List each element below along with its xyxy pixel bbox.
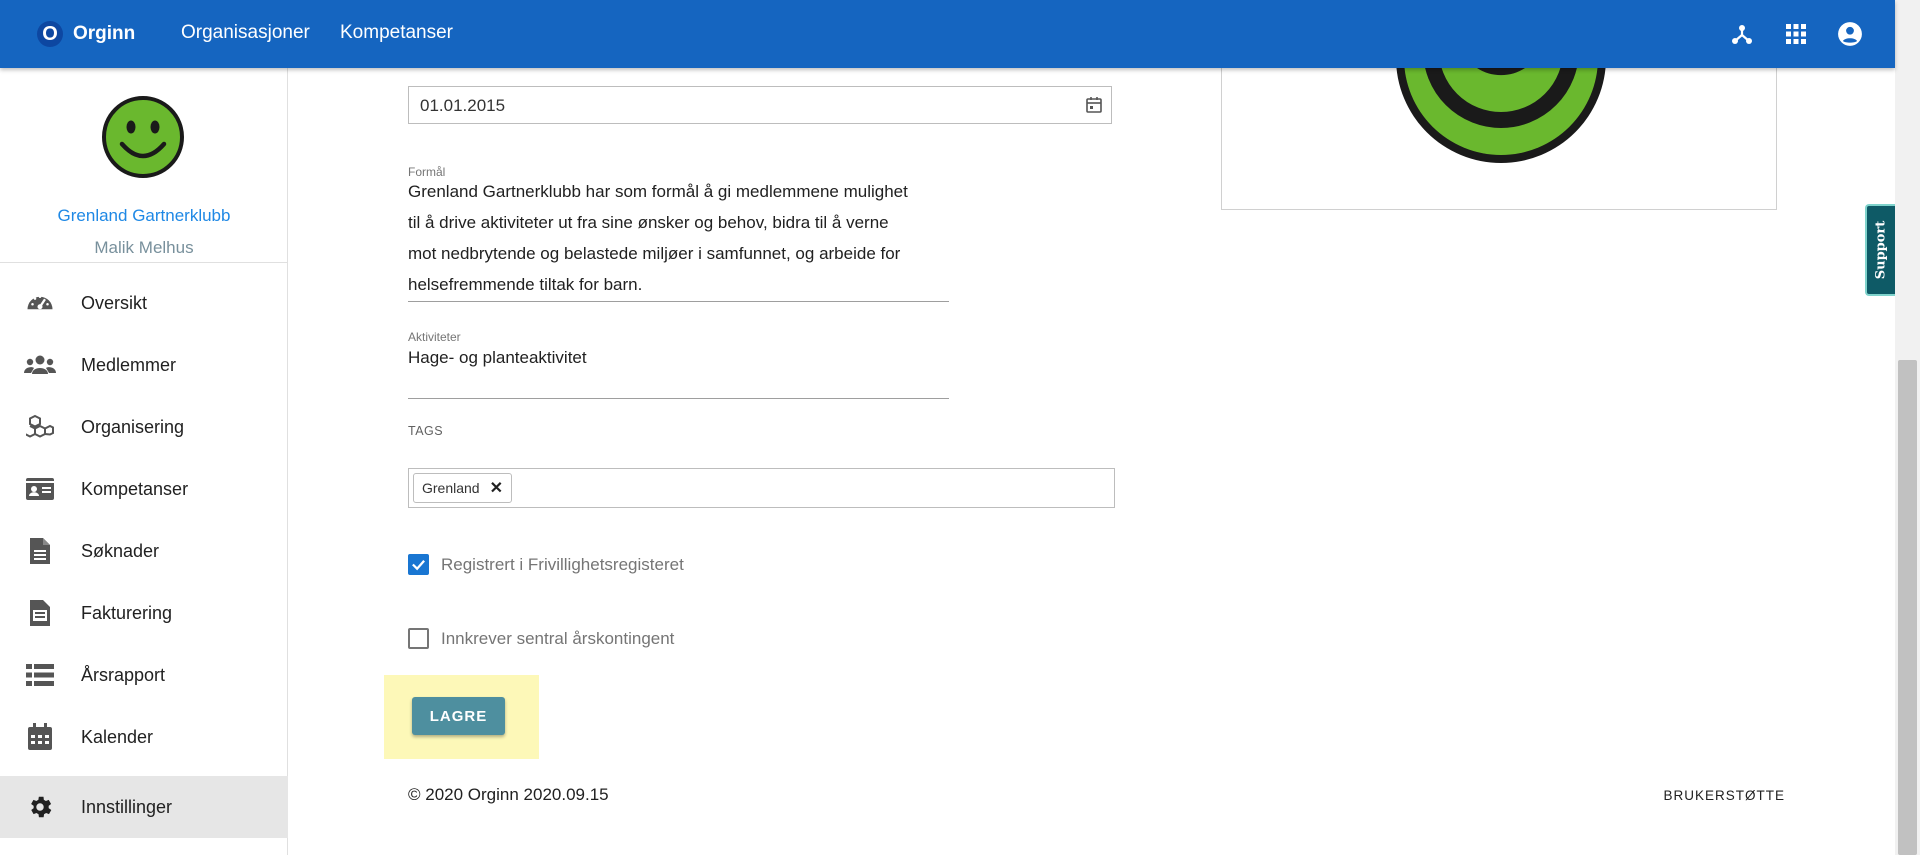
- logo-preview-card: [1221, 68, 1777, 210]
- brand[interactable]: O Orginn: [37, 19, 135, 49]
- sidebar-item-label: Kompetanser: [81, 478, 189, 499]
- smiley-logo-image: [1396, 68, 1606, 163]
- sidebar-item-label: Innstillinger: [81, 796, 173, 817]
- sidebar-item-fakturering[interactable]: Fakturering: [0, 582, 288, 644]
- support-link[interactable]: BRUKERSTØTTE: [1663, 788, 1785, 803]
- activities-underline: [408, 398, 949, 399]
- purpose-textarea[interactable]: Grenland Gartnerklubb har som formål å g…: [408, 176, 948, 300]
- list-icon: [24, 659, 56, 691]
- sidebar-item-label: Organisering: [81, 416, 185, 437]
- hub-icon[interactable]: [1728, 20, 1756, 48]
- id-card-icon: [24, 473, 56, 505]
- invoice-icon: [24, 597, 56, 629]
- scrollbar-thumb[interactable]: [1898, 360, 1917, 855]
- speedometer-icon: [24, 287, 56, 319]
- people-icon: [24, 349, 56, 381]
- tag-chip: Grenland ✕: [413, 473, 512, 503]
- purpose-line: Grenland Gartnerklubb har som formål å g…: [408, 182, 908, 201]
- fee-checkbox[interactable]: [408, 628, 429, 649]
- sidebar-item-label: Medlemmer: [81, 354, 177, 375]
- close-icon[interactable]: ✕: [490, 478, 503, 498]
- fee-checkbox-row[interactable]: Innkrever sentral årskontingent: [408, 628, 674, 649]
- sidebar-item-organisering[interactable]: Organisering: [0, 396, 288, 458]
- sidebar-item-arsrapport[interactable]: Årsrapport: [0, 644, 288, 706]
- smiley-avatar: [102, 96, 184, 178]
- apps-grid-icon[interactable]: [1782, 20, 1810, 48]
- activities-textarea[interactable]: Hage- og planteaktivitet: [408, 342, 948, 373]
- sidebar: Grenland Gartnerklubb Malik Melhus Overs…: [0, 68, 288, 855]
- sidebar-divider: [0, 262, 288, 263]
- calendar-icon[interactable]: [1085, 96, 1103, 114]
- sidebar-item-kompetanser[interactable]: Kompetanser: [0, 458, 288, 520]
- nav-organisasjoner[interactable]: Organisasjoner: [181, 22, 310, 44]
- org-name-link[interactable]: Grenland Gartnerklubb: [0, 206, 288, 226]
- account-circle-icon[interactable]: [1836, 20, 1864, 48]
- tag-chip-label: Grenland: [422, 480, 480, 496]
- save-button[interactable]: LAGRE: [412, 697, 505, 735]
- registered-checkbox[interactable]: [408, 554, 429, 575]
- main-content: 01.01.2015 Formål Grenland Gartnerklubb …: [288, 68, 1895, 855]
- support-tab[interactable]: Support: [1865, 204, 1895, 296]
- fee-checkbox-label: Innkrever sentral årskontingent: [441, 628, 675, 648]
- purpose-line: helsefremmende tiltak for barn.: [408, 275, 643, 294]
- tags-title: TAGS: [408, 424, 444, 438]
- founded-date-field[interactable]: 01.01.2015: [408, 86, 1112, 124]
- cubes-icon: [24, 411, 56, 443]
- sidebar-item-innstillinger[interactable]: Innstillinger: [0, 776, 288, 838]
- sidebar-item-label: Årsrapport: [81, 664, 166, 685]
- sidebar-item-label: Oversikt: [81, 292, 148, 313]
- sidebar-item-oversikt[interactable]: Oversikt: [0, 272, 288, 334]
- vertical-scrollbar[interactable]: [1895, 0, 1920, 855]
- top-app-bar: O Orginn Organisasjoner Kompetanser: [0, 0, 1895, 68]
- orginn-logo-icon: O: [37, 21, 63, 47]
- sidebar-item-kalender[interactable]: Kalender: [0, 706, 288, 768]
- document-icon: [24, 535, 56, 567]
- brand-name: Orginn: [73, 23, 136, 44]
- purpose-line: mot nedbrytende og belastede miljøer i s…: [408, 244, 901, 263]
- sidebar-item-label: Fakturering: [81, 602, 173, 623]
- sidebar-item-medlemmer[interactable]: Medlemmer: [0, 334, 288, 396]
- activities-value: Hage- og planteaktivitet: [408, 348, 587, 367]
- registered-checkbox-row[interactable]: Registrert i Frivillighetsregisteret: [408, 554, 684, 575]
- nav-kompetanser[interactable]: Kompetanser: [340, 22, 453, 44]
- sidebar-item-label: Kalender: [81, 726, 154, 747]
- support-tab-label: Support: [1873, 220, 1889, 280]
- calendar-icon: [24, 721, 56, 753]
- sidebar-item-label: Søknader: [81, 540, 160, 561]
- tags-input[interactable]: Grenland ✕: [408, 468, 1115, 508]
- gear-icon: [24, 791, 56, 823]
- purpose-underline: [408, 301, 949, 302]
- sidebar-item-soknader[interactable]: Søknader: [0, 520, 288, 582]
- date-value: 01.01.2015: [420, 96, 506, 115]
- footer-copyright: © 2020 Orginn 2020.09.15: [408, 785, 609, 804]
- registered-checkbox-label: Registrert i Frivillighetsregisteret: [441, 554, 684, 574]
- purpose-line: til å drive aktiviteter ut fra sine ønsk…: [408, 213, 889, 232]
- user-name: Malik Melhus: [94, 238, 194, 257]
